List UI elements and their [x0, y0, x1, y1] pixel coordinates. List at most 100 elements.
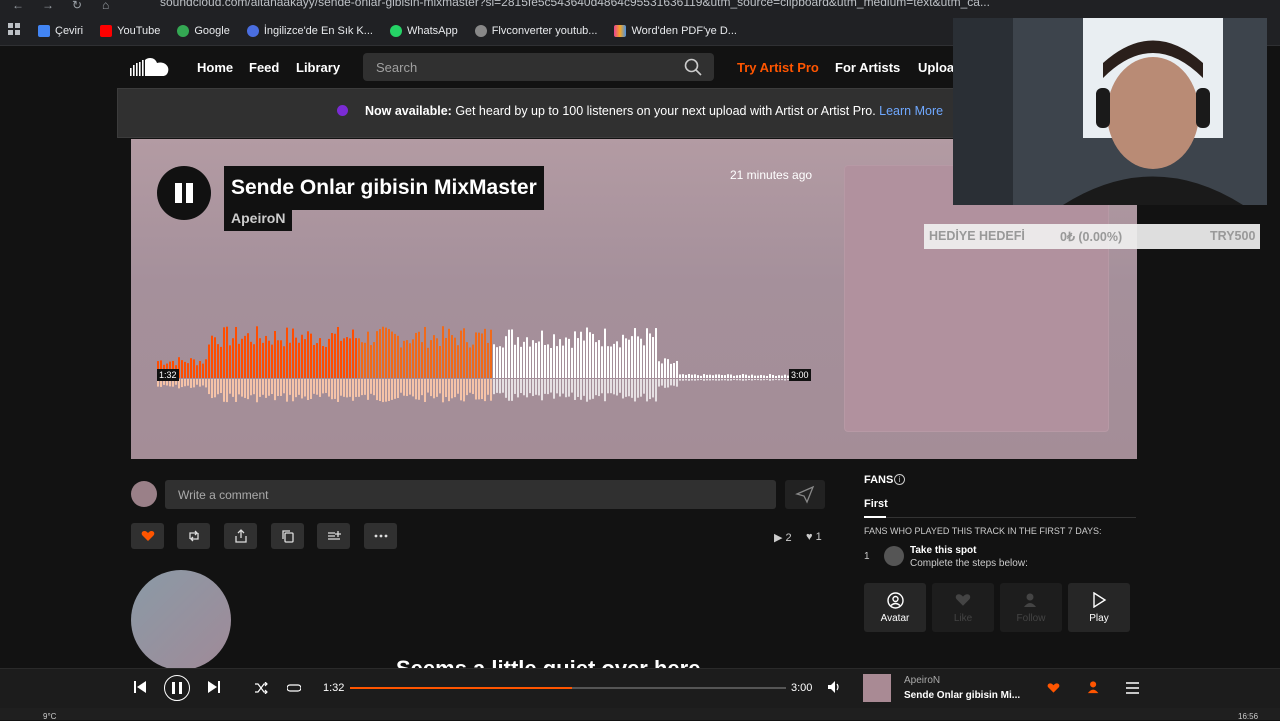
player-artist[interactable]: ApeiroN: [904, 675, 940, 686]
divider: [886, 517, 1136, 518]
like-button[interactable]: [131, 523, 164, 549]
waveform-bar: [244, 335, 246, 378]
send-comment-button[interactable]: [785, 480, 825, 509]
bookmark-ceviri[interactable]: Çeviri: [38, 24, 83, 37]
artist-badge-icon: [337, 105, 348, 116]
waveform-bar: [517, 337, 519, 378]
os-taskbar: [0, 708, 1280, 720]
bookmark-word-pdf[interactable]: Word'den PDF'ye D...: [614, 24, 737, 37]
bookmark-youtube[interactable]: YouTube: [100, 24, 160, 37]
cover-art[interactable]: [844, 165, 1109, 432]
more-button[interactable]: [364, 523, 397, 549]
waveform-bar: [643, 345, 645, 378]
learn-more-link[interactable]: Learn More: [879, 104, 943, 118]
bookmark-google[interactable]: Google: [177, 24, 230, 37]
waveform-reflection-bar: [493, 379, 495, 395]
soundcloud-logo-icon[interactable]: [130, 57, 170, 82]
waveform-bar: [349, 338, 351, 378]
search-icon[interactable]: [684, 58, 702, 81]
nav-feed[interactable]: Feed: [249, 60, 279, 75]
queue-icon: [1126, 682, 1139, 694]
waveform-bar: [298, 342, 300, 378]
waveform-reflection-bar: [646, 379, 648, 402]
for-artists-link[interactable]: For Artists: [835, 60, 900, 75]
waveform-reflection-bar: [613, 379, 615, 395]
waveform-reflection-bar: [298, 379, 300, 395]
waveform-bar: [682, 374, 684, 378]
pause-button[interactable]: [157, 166, 211, 220]
repost-button[interactable]: [177, 523, 210, 549]
waveform-bar: [370, 345, 372, 378]
player-like-button[interactable]: [1047, 681, 1060, 699]
url-field[interactable]: soundcloud.com/altanaakayy/sende-onlar-g…: [160, 0, 990, 9]
artist-name[interactable]: ApeiroN: [231, 210, 285, 226]
waveform-reflection-bar: [283, 379, 285, 394]
add-to-playlist-button[interactable]: [317, 523, 350, 549]
volume-icon: [828, 681, 839, 693]
waveform-bar: [334, 333, 336, 378]
copy-link-button[interactable]: [271, 523, 304, 549]
step-play-button[interactable]: Play: [1068, 583, 1130, 632]
waveform-bar: [337, 326, 339, 378]
waveform-reflection-bar: [379, 379, 381, 401]
bookmark-favicon-icon: [38, 24, 50, 37]
step-avatar-button[interactable]: Avatar: [864, 583, 926, 632]
waveform-reflection-bar: [247, 379, 249, 400]
step-follow-button[interactable]: Follow: [1000, 583, 1062, 632]
waveform-bar: [412, 339, 414, 378]
artist-box[interactable]: ApeiroN: [224, 206, 293, 231]
waveform-reflection-bar: [586, 379, 588, 402]
bookmark-ingilizce[interactable]: İngilizce'de En Sık K...: [246, 24, 373, 37]
waveform-reflection-bar: [589, 379, 591, 400]
take-spot-label: Take this spot: [910, 545, 977, 556]
bookmark-flvconverter[interactable]: Flvconverter youtub...: [474, 24, 597, 37]
waveform-bar: [697, 375, 699, 378]
nav-home[interactable]: Home: [197, 60, 233, 75]
forward-icon[interactable]: →: [42, 0, 54, 12]
player-pause-button[interactable]: [164, 675, 190, 701]
waveform-bar: [484, 328, 486, 378]
player-cover-art[interactable]: [863, 674, 891, 702]
player-track-title[interactable]: Sende Onlar gibisin Mi...: [904, 690, 1020, 701]
apps-grid-icon[interactable]: [8, 22, 20, 40]
share-button[interactable]: [224, 523, 257, 549]
waveform[interactable]: [157, 318, 811, 413]
waveform-bar: [523, 341, 525, 378]
waveform-reflection-bar: [394, 379, 396, 399]
volume-button[interactable]: [827, 680, 841, 699]
waveform-reflection-bar: [673, 379, 675, 386]
waveform-reflection-bar: [727, 379, 729, 381]
bookmark-favicon-icon: [474, 24, 487, 37]
waveform-reflection-bar: [445, 379, 447, 398]
comment-input[interactable]: [165, 480, 776, 509]
shuffle-button[interactable]: [254, 681, 268, 699]
waveform-reflection-bar: [331, 379, 333, 400]
repeat-button[interactable]: [286, 681, 302, 699]
queue-button[interactable]: [1126, 681, 1139, 699]
waveform-bar: [475, 332, 477, 378]
tab-first[interactable]: First: [864, 498, 888, 510]
whatsapp-icon: [389, 24, 402, 37]
bookmark-favicon-icon: [246, 24, 259, 37]
waveform-bar: [580, 331, 582, 378]
waveform-reflection-bar: [286, 379, 288, 402]
info-icon[interactable]: i: [894, 474, 905, 485]
play-count: ▶ 2: [774, 532, 792, 544]
waveform-bar: [322, 346, 324, 378]
back-icon[interactable]: ←: [12, 0, 24, 12]
waveform-bar: [211, 335, 213, 378]
try-artist-pro-link[interactable]: Try Artist Pro: [737, 60, 819, 75]
bookmark-whatsapp[interactable]: WhatsApp: [389, 24, 458, 37]
waveform-bar: [304, 339, 306, 378]
next-track-button[interactable]: [207, 680, 221, 699]
step-like-button[interactable]: Like: [932, 583, 994, 632]
previous-track-button[interactable]: [133, 680, 147, 699]
reload-icon[interactable]: ↻: [72, 0, 82, 12]
home-icon[interactable]: ⌂: [102, 0, 109, 12]
nav-library[interactable]: Library: [296, 60, 340, 75]
waveform-reflection-bar: [718, 379, 720, 381]
fan-rank: 1: [864, 551, 870, 562]
waveform-bar: [664, 358, 666, 378]
follow-artist-button[interactable]: [1087, 680, 1101, 699]
waveform-reflection-bar: [262, 379, 264, 395]
